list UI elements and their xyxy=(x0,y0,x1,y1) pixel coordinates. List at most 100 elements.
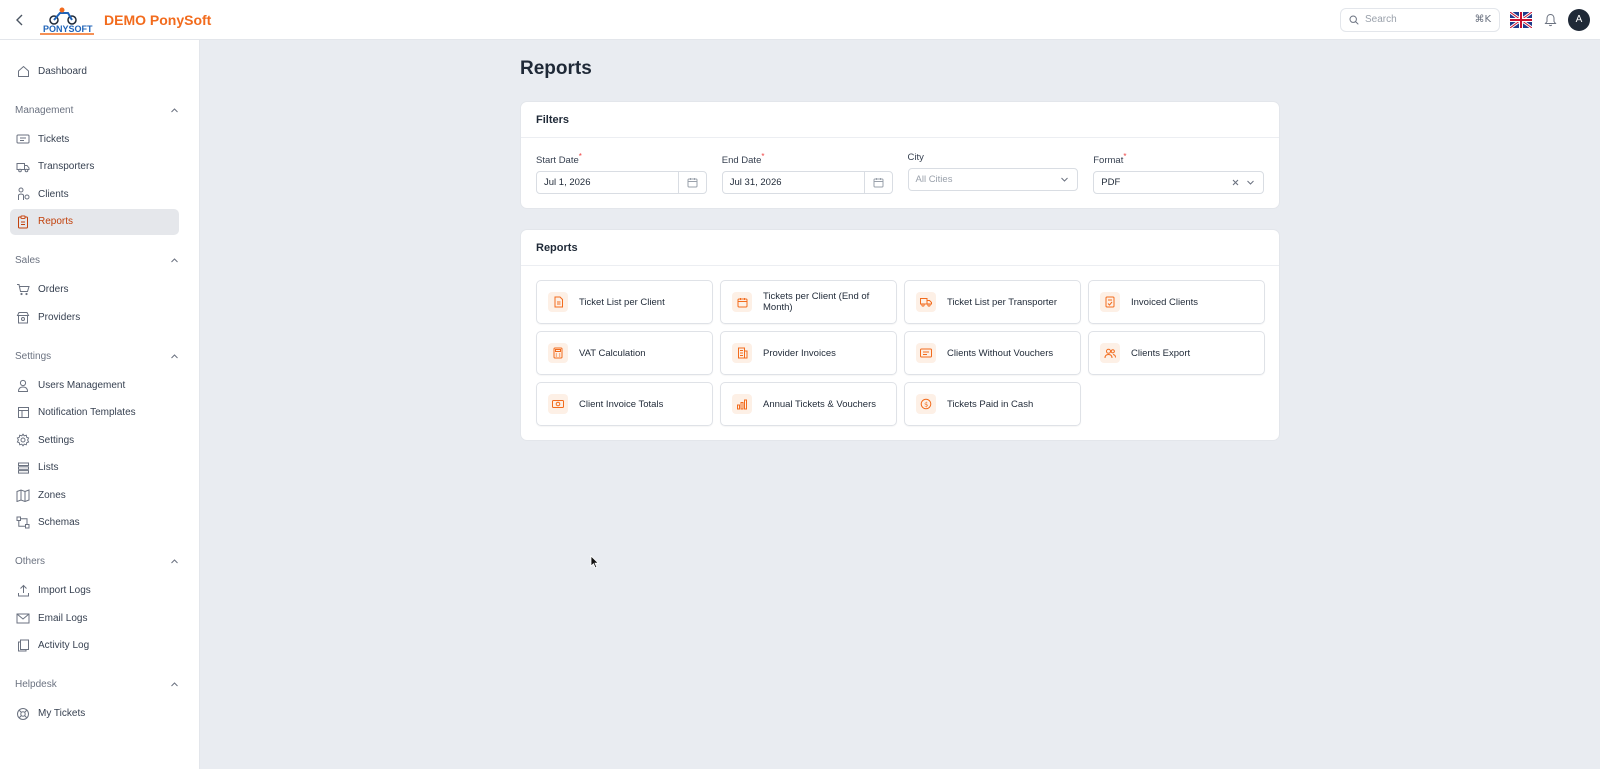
city-field: City All Cities xyxy=(907,152,1079,194)
sidebar-section-settings[interactable]: Settings xyxy=(15,346,179,366)
calculator-icon xyxy=(548,343,568,364)
sidebar-section-helpdesk[interactable]: Helpdesk xyxy=(15,675,179,695)
sidebar-section-sales[interactable]: Sales xyxy=(15,251,179,271)
end-date-input[interactable]: Jul 31, 2026 xyxy=(721,171,893,195)
notifications-button[interactable] xyxy=(1542,12,1558,28)
clear-icon[interactable] xyxy=(1231,178,1240,187)
calendar-icon xyxy=(873,178,883,188)
chevron-up-icon xyxy=(171,107,178,112)
lifebuoy-icon xyxy=(16,707,30,721)
user-avatar[interactable]: A xyxy=(1568,8,1590,31)
report-ticket-list-per-client[interactable]: Ticket List per Client xyxy=(536,280,713,325)
report-provider-invoices[interactable]: Provider Invoices xyxy=(720,331,897,376)
app-logo[interactable]: PONYSOFT DEMO PonySoft xyxy=(40,5,211,35)
reports-title: Reports xyxy=(521,230,1279,267)
sidebar-section-others[interactable]: Others xyxy=(15,552,179,572)
sidebar-item-providers[interactable]: Providers xyxy=(10,304,179,330)
coin-icon: $ xyxy=(916,394,936,415)
sidebar-item-label: Tickets xyxy=(38,133,70,145)
end-date-label: End Date* xyxy=(721,152,765,167)
global-search[interactable]: Search ⌘K xyxy=(1340,7,1500,32)
report-vat-calculation[interactable]: VAT Calculation xyxy=(536,331,713,376)
format-field: Format* PDF xyxy=(1093,152,1264,195)
calendar-button[interactable] xyxy=(863,172,892,194)
report-clients-without-vouchers[interactable]: Clients Without Vouchers xyxy=(904,331,1081,376)
city-select[interactable]: All Cities xyxy=(907,168,1079,191)
template-icon xyxy=(16,406,30,420)
sidebar-item-label: Settings xyxy=(38,434,75,446)
sidebar-item-my-tickets[interactable]: My Tickets xyxy=(10,701,179,727)
chevron-down-icon xyxy=(1061,177,1069,182)
report-label: Client Invoice Totals xyxy=(579,398,664,410)
sidebar-item-transporters[interactable]: Transporters xyxy=(10,154,179,180)
end-date-value: Jul 31, 2026 xyxy=(729,177,782,189)
sidebar-item-tickets[interactable]: Tickets xyxy=(10,126,179,152)
report-ticket-list-per-transporter[interactable]: Ticket List per Transporter xyxy=(904,280,1081,325)
report-client-invoice-totals[interactable]: Client Invoice Totals xyxy=(536,382,713,427)
files-icon xyxy=(16,639,30,653)
calendar-button[interactable] xyxy=(677,172,706,194)
page-title: Reports xyxy=(520,58,592,79)
ponysoft-logo-icon: PONYSOFT xyxy=(40,7,94,35)
report-invoiced-clients[interactable]: Invoiced Clients xyxy=(1088,280,1265,325)
sidebar-item-reports[interactable]: Reports xyxy=(10,208,179,235)
sidebar-item-label: Providers xyxy=(38,311,81,323)
ticket-icon xyxy=(16,132,30,146)
sidebar-item-users-management[interactable]: Users Management xyxy=(10,372,179,398)
sidebar-item-lists[interactable]: Lists xyxy=(10,455,179,481)
users-icon xyxy=(1100,343,1120,364)
mouse-cursor-icon xyxy=(590,555,600,569)
report-tickets-per-client-end-of-month[interactable]: Tickets per Client (End of Month) xyxy=(720,280,897,325)
sidebar-item-email-logs[interactable]: Email Logs xyxy=(10,605,179,631)
report-label: Ticket List per Client xyxy=(579,296,665,308)
money-icon xyxy=(548,394,568,415)
sidebar-item-activity-log[interactable]: Activity Log xyxy=(10,633,179,659)
report-tickets-paid-in-cash[interactable]: $ Tickets Paid in Cash xyxy=(904,382,1081,427)
sidebar-item-notification-templates[interactable]: Notification Templates xyxy=(10,400,179,426)
truck-icon xyxy=(916,292,936,313)
uk-flag-icon[interactable] xyxy=(1510,11,1532,28)
sidebar-section-management[interactable]: Management xyxy=(15,100,179,120)
start-date-value: Jul 1, 2026 xyxy=(544,177,591,189)
sidebar-item-label: Lists xyxy=(38,462,59,473)
cart-icon xyxy=(16,283,30,297)
truck-icon xyxy=(16,160,30,174)
sidebar-item-import-logs[interactable]: Import Logs xyxy=(10,578,179,604)
sidebar-item-label: Import Logs xyxy=(38,585,91,596)
ticket-icon xyxy=(916,343,936,364)
chevron-up-icon xyxy=(171,559,178,564)
sidebar-item-label: Reports xyxy=(38,216,74,227)
calendar-icon xyxy=(732,292,752,313)
topbar-actions: Search ⌘K A xyxy=(1340,7,1600,32)
section-title: Others xyxy=(15,556,46,567)
sidebar-item-settings[interactable]: Settings xyxy=(10,427,179,453)
building-icon xyxy=(732,343,752,364)
start-date-input[interactable]: Jul 1, 2026 xyxy=(536,171,707,195)
svg-text:$: $ xyxy=(924,401,928,409)
section-title: Management xyxy=(15,104,74,116)
city-placeholder: All Cities xyxy=(915,174,953,185)
sidebar-item-dashboard[interactable]: Dashboard xyxy=(10,58,179,84)
report-annual-tickets-vouchers[interactable]: Annual Tickets & Vouchers xyxy=(720,382,897,427)
document-icon xyxy=(548,292,568,313)
sidebar-item-clients[interactable]: Clients xyxy=(10,181,179,207)
format-value: PDF xyxy=(1101,177,1121,189)
client-icon xyxy=(16,187,30,201)
reports-grid: Ticket List per Client Tickets per Clien… xyxy=(521,266,1279,440)
sidebar-item-label: Dashboard xyxy=(38,65,87,77)
format-select[interactable]: PDF xyxy=(1093,171,1264,195)
search-placeholder: Search xyxy=(1365,14,1397,25)
section-title: Sales xyxy=(15,255,41,266)
bar-chart-icon xyxy=(732,394,752,415)
start-date-label: Start Date* xyxy=(536,152,582,167)
back-button[interactable] xyxy=(0,0,40,40)
sidebar-item-zones[interactable]: Zones xyxy=(10,482,179,508)
sidebar-item-schemas[interactable]: Schemas xyxy=(10,510,179,536)
report-clients-export[interactable]: Clients Export xyxy=(1088,331,1265,376)
gear-icon xyxy=(16,433,30,447)
sidebar-item-orders[interactable]: Orders xyxy=(10,277,179,303)
report-label: Clients Export xyxy=(1131,347,1191,359)
sidebar-item-label: Activity Log xyxy=(38,640,90,651)
sidebar-item-label: Zones xyxy=(38,489,66,501)
store-icon xyxy=(16,310,30,324)
